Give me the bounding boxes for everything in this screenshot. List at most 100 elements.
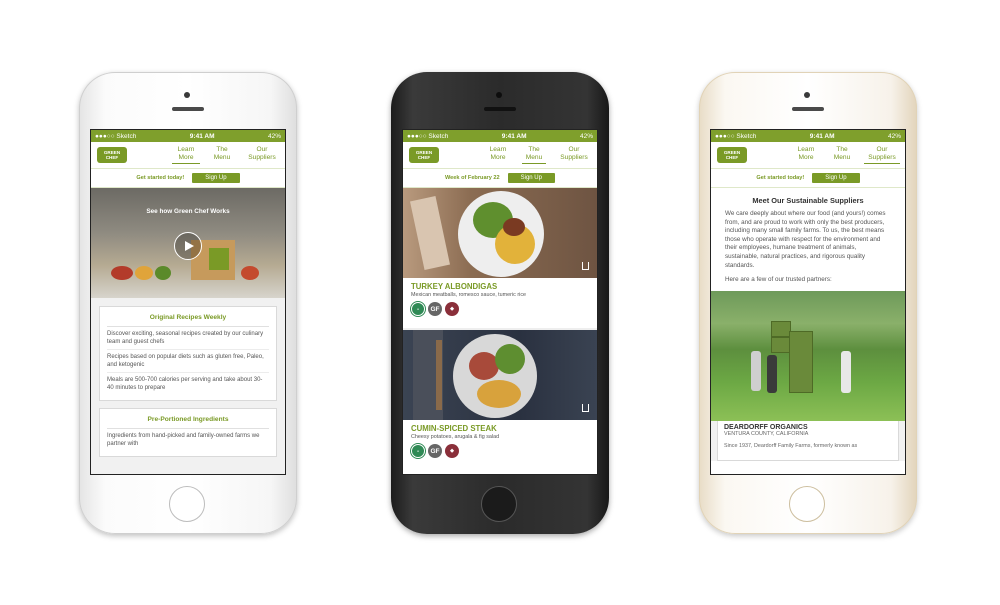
green-chef-logo[interactable]: GREEN CHEF [97, 147, 127, 163]
feature-card: Pre-Portioned Ingredients Ingredients fr… [99, 408, 277, 457]
vegetable-image [135, 266, 153, 280]
nav-learn-more[interactable]: Learn More [792, 146, 820, 164]
feature-item: Ingredients from hand-picked and family-… [107, 433, 260, 447]
green-chef-logo[interactable]: GREEN CHEF [409, 147, 439, 163]
phone-mockup-black: ●●●○○ Sketch 9:41 AM 42% GREEN CHEF Learn… [391, 72, 609, 534]
status-bar: ●●●○○ Sketch 9:41 AM 42% [403, 130, 597, 142]
intro-text: We care deeply about where our food (and… [711, 210, 905, 285]
nav-our-suppliers[interactable]: Our Suppliers [244, 146, 280, 164]
dish-name: TURKEY ALBONDIGAS [411, 282, 498, 291]
feature-card: Original Recipes Weekly Discover excitin… [99, 306, 277, 401]
logo-line2: CHEF [105, 155, 119, 160]
diet-badges: ● GF ◆ [411, 302, 589, 316]
supplier-card[interactable]: DEARDORFF ORGANICS VENTURA COUNTY, CALIF… [711, 420, 905, 461]
phone-mockup-gold: ●●●○○ Sketch 9:41 AM 42% GREEN CHEF Learn… [699, 72, 917, 534]
nav-learn-more[interactable]: Learn More [172, 146, 200, 164]
dish-name: CUMIN-SPICED STEAK [411, 424, 497, 433]
cta-bar: Get started today! Sign Up [711, 169, 905, 188]
logo-line2: CHEF [417, 155, 431, 160]
sign-up-button[interactable]: Sign Up [812, 173, 860, 183]
nav-bar: GREEN CHEF Learn More The Menu Our Suppli… [91, 142, 285, 169]
nav-bar: GREEN CHEF Learn More The Menu Our Suppli… [403, 142, 597, 169]
certified-badge-icon: ● [411, 302, 425, 316]
partners-lead: Here are a few of our trusted partners: [725, 276, 832, 284]
play-icon[interactable] [174, 232, 202, 260]
week-bar: Week of February 22 Sign Up [403, 169, 597, 188]
home-button [169, 486, 205, 522]
cta-text: Get started today! [756, 175, 805, 181]
logo-line2: CHEF [725, 155, 739, 160]
dish-photo[interactable] [403, 330, 597, 420]
dish-card[interactable]: TURKEY ALBONDIGAS Mexican meatballs, rom… [403, 278, 597, 328]
vegetable-image [155, 266, 171, 280]
feature-item: Recipes based on popular diets such as g… [107, 350, 269, 373]
gluten-free-badge-icon: GF [428, 444, 442, 458]
nav-bar: GREEN CHEF Learn More The Menu Our Suppli… [711, 142, 905, 169]
green-chef-logo[interactable]: GREEN CHEF [717, 147, 747, 163]
features-list: Original Recipes Weekly Discover excitin… [91, 298, 285, 474]
feature-item: Discover exciting, seasonal recipes crea… [107, 327, 269, 350]
dish-photo[interactable] [403, 188, 597, 278]
crate-stack-image [789, 330, 813, 393]
protein-badge-icon: ◆ [445, 444, 459, 458]
sign-up-button[interactable]: Sign Up [192, 173, 240, 183]
battery-label: 42% [267, 132, 281, 140]
screen-the-menu: ●●●○○ Sketch 9:41 AM 42% GREEN CHEF Learn… [402, 129, 598, 475]
dish-description: Mexican meatballs, romesco sauce, tumeri… [411, 292, 527, 298]
farm-photo [711, 290, 905, 421]
nav-our-suppliers[interactable]: Our Suppliers [556, 146, 592, 164]
worker-image [767, 354, 777, 393]
home-button [481, 486, 517, 522]
meal-kit-bag [209, 248, 229, 270]
feature-card-title: Original Recipes Weekly [107, 312, 269, 327]
earpiece-speaker [792, 107, 824, 111]
worker-image [751, 350, 761, 391]
knife-image [436, 340, 442, 410]
nav-the-menu[interactable]: The Menu [830, 146, 854, 164]
vegetable-image [241, 266, 259, 280]
gluten-free-badge-icon: GF [428, 302, 442, 316]
carrier-label: ●●●○○ Sketch [95, 132, 137, 140]
nav-learn-more[interactable]: Learn More [484, 146, 512, 164]
dish-description: Cheesy potatoes, arugala & fig salad [411, 434, 500, 440]
diet-badges: ● GF ◆ [411, 444, 589, 458]
battery-label: 42% [579, 132, 593, 140]
supplier-description: Since 1937, Deardorff Family Farms, form… [724, 442, 858, 449]
dish-card[interactable]: CUMIN-SPICED STEAK Cheesy potatoes, arug… [403, 420, 597, 470]
hero-video[interactable]: See how Green Chef Works [91, 188, 285, 298]
status-bar: ●●●○○ Sketch 9:41 AM 42% [91, 130, 285, 142]
carrier-label: ●●●○○ Sketch [407, 132, 449, 140]
napkin-image [410, 196, 450, 270]
sign-up-button[interactable]: Sign Up [507, 173, 555, 183]
earpiece-speaker [484, 107, 516, 111]
protein-badge-icon: ◆ [445, 302, 459, 316]
meatballs-image [503, 218, 525, 236]
page-title: Meet Our Sustainable Suppliers [752, 196, 864, 205]
vegetable-image [111, 266, 133, 280]
battery-label: 42% [887, 132, 901, 140]
potatoes-image [477, 380, 521, 408]
clock-label: 9:41 AM [809, 132, 835, 140]
nav-our-suppliers[interactable]: Our Suppliers [864, 146, 900, 164]
carrier-label: ●●●○○ Sketch [715, 132, 757, 140]
cta-text: Get started today! [136, 175, 185, 181]
front-camera [184, 92, 190, 98]
nav-the-menu[interactable]: The Menu [210, 146, 234, 164]
crate-image [771, 336, 791, 353]
nav-the-menu[interactable]: The Menu [522, 146, 546, 164]
share-icon[interactable] [582, 404, 589, 412]
worker-image [841, 350, 851, 393]
front-camera [804, 92, 810, 98]
hero-title: See how Green Chef Works [146, 208, 230, 215]
screen-our-suppliers: ●●●○○ Sketch 9:41 AM 42% GREEN CHEF Learn… [710, 129, 906, 475]
phone-mockup-white: ●●●○○ Sketch 9:41 AM 42% GREEN CHEF Learn… [79, 72, 297, 534]
status-bar: ●●●○○ Sketch 9:41 AM 42% [711, 130, 905, 142]
home-button [789, 486, 825, 522]
feature-item: Meals are 500-700 calories per serving a… [107, 377, 263, 391]
clock-label: 9:41 AM [501, 132, 527, 140]
clock-label: 9:41 AM [189, 132, 215, 140]
share-icon[interactable] [582, 262, 589, 270]
supplier-location: VENTURA COUNTY, CALIFORNIA [724, 430, 809, 437]
screen-learn-more: ●●●○○ Sketch 9:41 AM 42% GREEN CHEF Learn… [90, 129, 286, 475]
feature-card-title: Pre-Portioned Ingredients [107, 414, 269, 429]
